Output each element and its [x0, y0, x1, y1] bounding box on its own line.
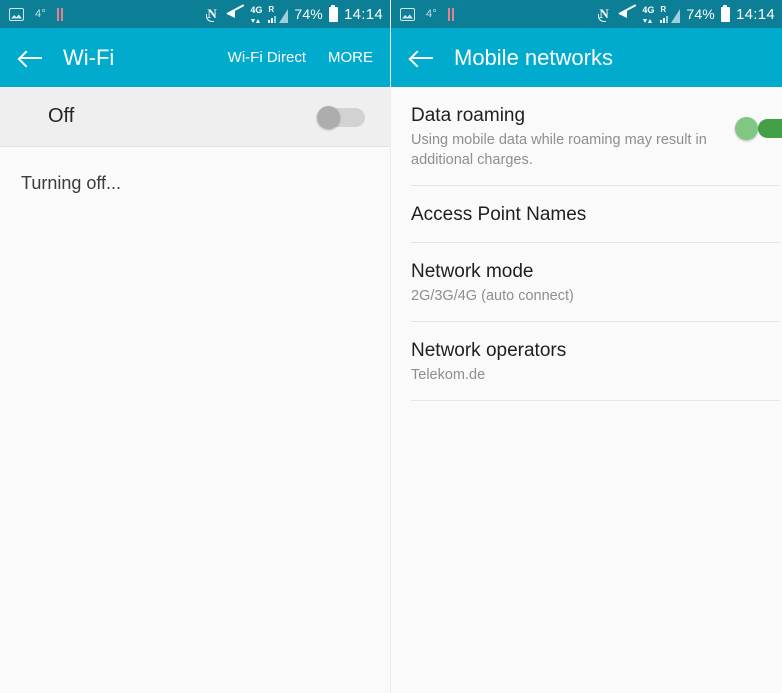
photo-icon [9, 7, 24, 21]
status-bar-left-icons: 4° [9, 7, 63, 21]
battery-icon [720, 4, 730, 22]
wifi-content: Off Turning off... [0, 87, 390, 693]
dual-screenshot-container: 4° N 4G R 74% 14:14 Wi-Fi Wi-Fi Direct M… [0, 0, 782, 693]
status-bar-clock: 14:14 [735, 5, 775, 23]
list-item-texts: Access Point Names [411, 202, 762, 227]
list-item-subtitle: 2G/3G/4G (auto connect) [411, 288, 574, 304]
data-roaming-switch-wrap [735, 103, 782, 140]
temperature-indicator: 4° [426, 8, 437, 20]
status-bar-right: 4° N 4G R 74% 14:14 [391, 0, 782, 28]
signal-triangle-icon [671, 8, 681, 23]
network-4g-label: 4G [642, 4, 655, 15]
app-bar-actions: Wi-Fi Direct MORE [228, 49, 373, 66]
wifi-status-message: Turning off... [21, 173, 122, 193]
mobile-networks-app-bar: Mobile networks [391, 28, 782, 87]
data-roaming-switch-knob [735, 117, 758, 140]
back-arrow-icon[interactable] [409, 45, 435, 71]
data-transfer-arrows-icon [643, 18, 653, 23]
wifi-direct-button[interactable]: Wi-Fi Direct [228, 49, 306, 66]
wifi-toggle-label: Off [48, 105, 75, 127]
list-item-subtitle: Telekom.de [411, 367, 486, 383]
list-item-network-mode[interactable]: Network mode 2G/3G/4G (auto connect) [391, 243, 782, 321]
pause-icon [447, 7, 454, 21]
list-divider [411, 400, 780, 401]
wifi-switch[interactable] [317, 105, 365, 129]
network-4g-label: 4G [250, 4, 263, 15]
roaming-signal-icon: R [660, 4, 681, 23]
list-item-title: Access Point Names [411, 204, 587, 225]
list-item-title: Network operators [411, 340, 567, 361]
wifi-toggle-row[interactable]: Off [0, 87, 390, 147]
settings-list: Data roaming Using mobile data while roa… [391, 87, 782, 401]
signal-bars-icon [268, 14, 277, 23]
signal-triangle-icon [279, 8, 289, 23]
wifi-screen: 4° N 4G R 74% 14:14 Wi-Fi Wi-Fi Direct M… [0, 0, 391, 693]
list-item-subtitle: Using mobile data while roaming may resu… [411, 132, 707, 168]
status-bar-right-icons: N 4G R 74% 14:14 [598, 4, 775, 23]
list-item-texts: Data roaming Using mobile data while roa… [411, 103, 758, 170]
sound-muted-icon [618, 4, 637, 21]
data-roaming-switch-track [758, 119, 782, 138]
photo-icon [400, 7, 415, 21]
network-4g-icon: 4G [250, 4, 263, 23]
more-button[interactable]: MORE [328, 49, 373, 66]
roaming-signal-icon: R [268, 4, 289, 23]
pause-icon [56, 7, 63, 21]
status-bar-left: 4° N 4G R 74% 14:14 [0, 0, 390, 28]
status-bar-right-icons: N 4G R 74% 14:14 [206, 4, 383, 23]
page-title: Wi-Fi [63, 44, 115, 70]
wifi-switch-knob [317, 105, 340, 129]
battery-percent-label: 74% [294, 6, 323, 22]
list-item-data-roaming[interactable]: Data roaming Using mobile data while roa… [391, 87, 782, 185]
page-title: Mobile networks [454, 44, 613, 70]
wifi-app-bar: Wi-Fi Wi-Fi Direct MORE [0, 28, 390, 87]
roaming-label: R [660, 4, 667, 14]
back-arrow-icon[interactable] [18, 45, 44, 71]
battery-percent-label: 74% [686, 6, 715, 22]
status-bar-left-icons: 4° [400, 7, 454, 21]
nfc-icon: N [598, 6, 613, 22]
sound-muted-icon [226, 4, 245, 21]
mobile-networks-screen: 4° N 4G R 74% 14:14 Mobile networks Data… [391, 0, 782, 693]
nfc-icon: N [206, 6, 221, 22]
network-4g-icon: 4G [642, 4, 655, 23]
data-transfer-arrows-icon [251, 18, 261, 23]
list-item-network-operators[interactable]: Network operators Telekom.de [391, 322, 782, 400]
temperature-indicator: 4° [35, 8, 46, 20]
list-item-title: Network mode [411, 261, 534, 282]
list-item-title: Data roaming [411, 105, 526, 126]
status-bar-clock: 14:14 [343, 5, 383, 23]
mobile-networks-content: Data roaming Using mobile data while roa… [391, 87, 782, 693]
list-item-access-point-names[interactable]: Access Point Names [391, 186, 782, 242]
signal-bars-icon [660, 14, 669, 23]
list-item-texts: Network operators Telekom.de [411, 338, 762, 385]
roaming-label: R [268, 4, 275, 14]
list-item-texts: Network mode 2G/3G/4G (auto connect) [411, 259, 762, 306]
battery-icon [328, 4, 338, 22]
